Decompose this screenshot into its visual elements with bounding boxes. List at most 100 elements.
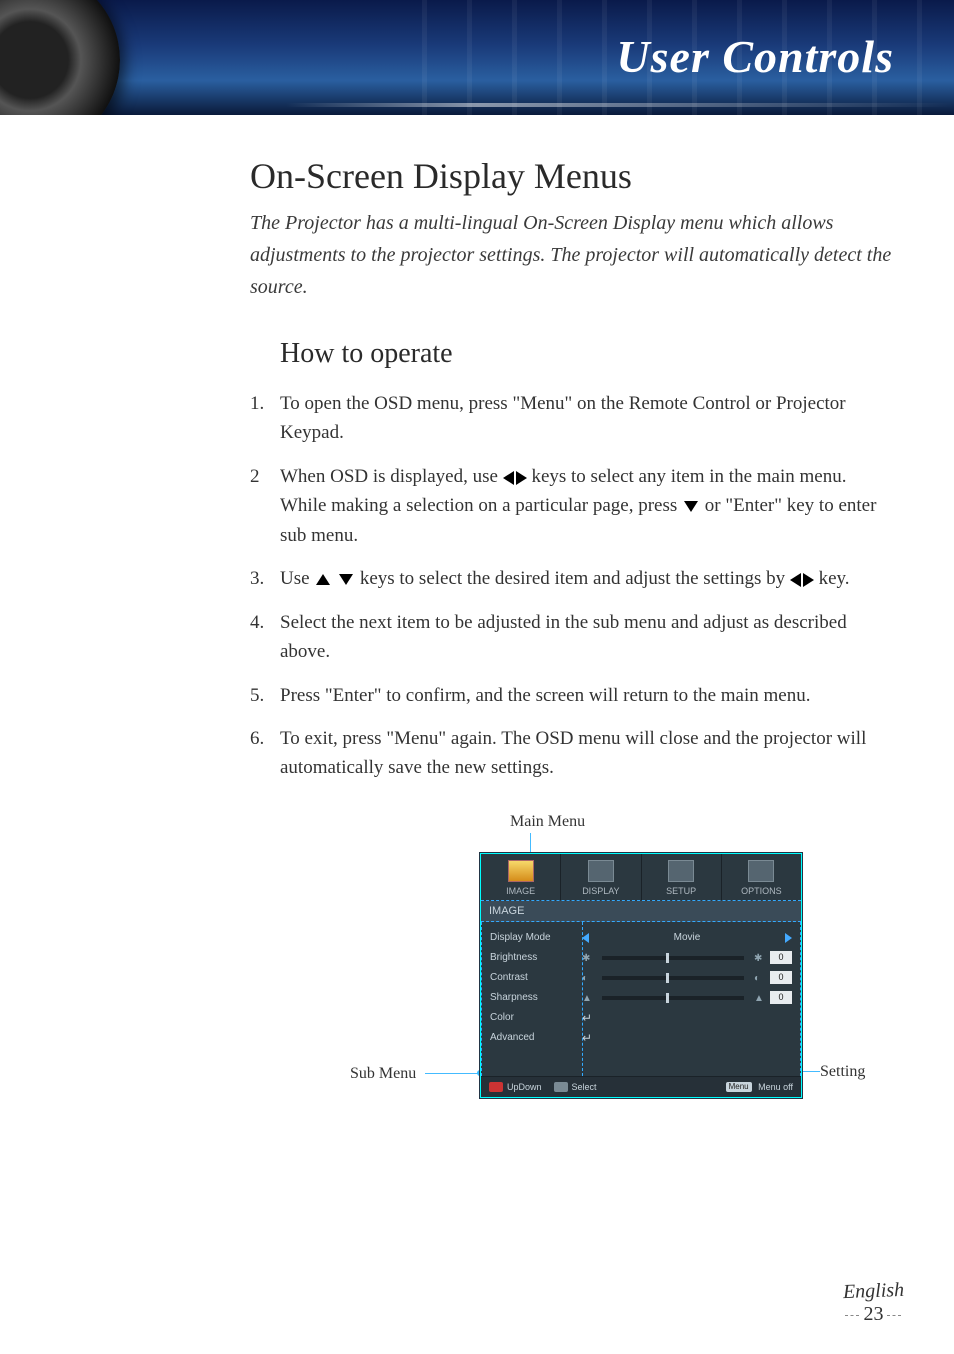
- step-5: 5. Press "Enter" to confirm, and the scr…: [250, 681, 894, 710]
- osd-tabs: IMAGE DISPLAY SETUP OPTIONS: [481, 854, 801, 901]
- updown-key-icon: [489, 1082, 503, 1092]
- osd-tab-image: IMAGE: [481, 854, 561, 900]
- footer-label: Menu off: [758, 1082, 793, 1092]
- arrow-left-icon: [790, 573, 801, 587]
- osd-diagram: Main Menu Sub Menu Setting IMAGE DISPLAY…: [300, 813, 894, 1193]
- row-label: Color: [490, 1012, 582, 1023]
- contrast-low-icon: ◐: [582, 973, 592, 983]
- tab-label: SETUP: [666, 886, 696, 896]
- enter-icon: ↵: [582, 1011, 592, 1025]
- arrow-down-icon: [684, 501, 698, 512]
- contrast-high-icon: ◐: [754, 973, 764, 983]
- step-text: Select the next item to be adjusted in t…: [280, 612, 847, 662]
- row-value: ↵: [582, 1031, 792, 1045]
- callout-line: [425, 1073, 480, 1074]
- page-number: 23: [853, 1303, 893, 1326]
- osd-row-contrast: Contrast ◐ ◐ 0: [490, 968, 792, 988]
- subsection-heading: How to operate: [280, 338, 894, 370]
- osd-row-advanced: Advanced ↵: [490, 1028, 792, 1048]
- step-4: 4. Select the next item to be adjusted i…: [250, 608, 894, 667]
- display-mode-value: Movie: [595, 932, 779, 943]
- arrow-down-icon: [339, 574, 353, 585]
- value-box: 0: [770, 991, 792, 1004]
- row-value: ◐ ◐ 0: [582, 971, 792, 984]
- arrow-right-icon: [803, 573, 814, 587]
- footer-menuoff: Menu Menu off: [726, 1082, 793, 1093]
- step-number: 3.: [250, 564, 264, 593]
- header-title: User Controls: [616, 30, 894, 83]
- page-header: User Controls: [0, 0, 954, 115]
- osd-window: IMAGE DISPLAY SETUP OPTIONS IMAGE: [480, 853, 802, 1099]
- row-label: Sharpness: [490, 992, 582, 1003]
- step-2: 2 When OSD is displayed, use keys to sel…: [250, 462, 894, 550]
- setup-tab-icon: [668, 860, 694, 882]
- lens-graphic: [0, 0, 120, 115]
- row-label: Advanced: [490, 1032, 582, 1043]
- footer-updown: UpDown: [489, 1082, 542, 1093]
- step-number: 5.: [250, 681, 264, 710]
- arrow-right-icon: [785, 933, 792, 943]
- step-text: To exit, press "Menu" again. The OSD men…: [280, 728, 866, 778]
- page-footer: English 23: [843, 1280, 904, 1326]
- brightness-low-icon: ✱: [582, 953, 592, 963]
- header-underline: [0, 103, 954, 107]
- osd-tab-options: OPTIONS: [722, 854, 801, 900]
- row-value: ▲ ▲ 0: [582, 991, 792, 1004]
- value-box: 0: [770, 951, 792, 964]
- step-text: To open the OSD menu, press "Menu" on th…: [280, 393, 846, 443]
- footer-select: Select: [554, 1082, 597, 1093]
- step-number: 1.: [250, 389, 264, 418]
- slider: [602, 956, 744, 960]
- osd-row-brightness: Brightness ✱ ✱ 0: [490, 948, 792, 968]
- osd-row-color: Color ↵: [490, 1008, 792, 1028]
- footer-label: Select: [572, 1082, 597, 1092]
- callout-sub-menu: Sub Menu: [350, 1065, 416, 1083]
- tab-label: DISPLAY: [582, 886, 619, 896]
- brightness-high-icon: ✱: [754, 953, 764, 963]
- row-value: ↵: [582, 1011, 792, 1025]
- callout-setting: Setting: [820, 1063, 865, 1081]
- step-text: Press "Enter" to confirm, and the screen…: [280, 685, 810, 706]
- row-label: Display Mode: [490, 932, 582, 943]
- osd-tab-display: DISPLAY: [561, 854, 641, 900]
- section-heading: On-Screen Display Menus: [250, 155, 894, 197]
- step-6: 6. To exit, press "Menu" again. The OSD …: [250, 724, 894, 783]
- step-number: 2: [250, 462, 260, 491]
- section-intro: The Projector has a multi-lingual On-Scr…: [250, 207, 894, 303]
- osd-column-divider: [582, 922, 583, 1076]
- osd-body: Display Mode Movie Brightness ✱ ✱ 0: [481, 922, 801, 1076]
- tab-label: IMAGE: [506, 886, 535, 896]
- osd-row-sharpness: Sharpness ▲ ▲ 0: [490, 988, 792, 1008]
- language-label: English: [842, 1279, 904, 1304]
- osd-tab-setup: SETUP: [642, 854, 722, 900]
- step-text-a: When OSD is displayed, use: [280, 466, 503, 487]
- step-1: 1. To open the OSD menu, press "Menu" on…: [250, 389, 894, 448]
- tab-label: OPTIONS: [741, 886, 782, 896]
- osd-footer: UpDown Select Menu Menu off: [481, 1076, 801, 1098]
- osd-row-display-mode: Display Mode Movie: [490, 928, 792, 948]
- step-number: 4.: [250, 608, 264, 637]
- sharpness-low-icon: ▲: [582, 993, 592, 1003]
- sharpness-high-icon: ▲: [754, 993, 764, 1003]
- enter-icon: ↵: [582, 1031, 592, 1045]
- step-3: 3. Use keys to select the desired item a…: [250, 564, 894, 593]
- options-tab-icon: [748, 860, 774, 882]
- row-label: Brightness: [490, 952, 582, 963]
- callout-main-menu: Main Menu: [510, 813, 585, 831]
- arrow-right-icon: [516, 471, 527, 485]
- display-tab-icon: [588, 860, 614, 882]
- step-text-a: Use: [280, 568, 314, 589]
- image-tab-icon: [508, 860, 534, 882]
- arrow-left-icon: [503, 471, 514, 485]
- arrow-up-icon: [316, 574, 330, 585]
- step-text-c: key.: [819, 568, 850, 589]
- select-key-icon: [554, 1082, 568, 1092]
- menu-key-icon: Menu: [726, 1082, 752, 1092]
- row-value: ✱ ✱ 0: [582, 951, 792, 964]
- osd-section-title: IMAGE: [481, 901, 801, 922]
- slider: [602, 976, 744, 980]
- steps-list: 1. To open the OSD menu, press "Menu" on…: [250, 389, 894, 783]
- arrow-left-icon: [582, 933, 589, 943]
- value-box: 0: [770, 971, 792, 984]
- slider: [602, 996, 744, 1000]
